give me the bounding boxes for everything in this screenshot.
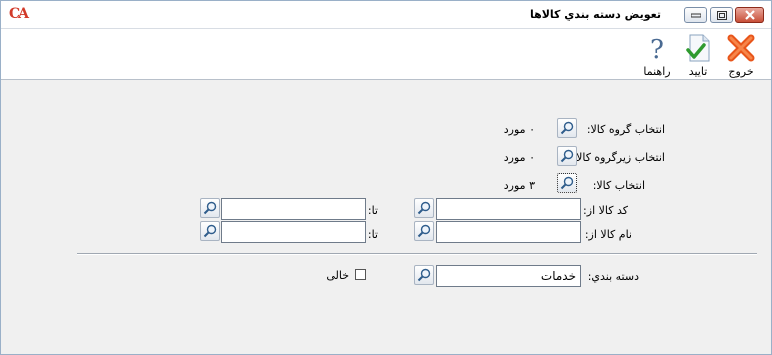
item-count: ۳ مورد xyxy=(503,179,535,192)
code-from-field[interactable] xyxy=(436,198,581,220)
exit-button[interactable]: خروج xyxy=(723,33,759,79)
group-search-button[interactable] xyxy=(557,118,577,138)
name-to-field[interactable] xyxy=(221,221,366,243)
exit-label: خروج xyxy=(728,65,754,78)
name-from-search-button[interactable] xyxy=(414,221,434,241)
group-select-label: انتخاب گروه کالا: xyxy=(586,123,665,136)
name-to-search-button[interactable] xyxy=(200,221,220,241)
empty-checkbox[interactable] xyxy=(355,269,366,280)
subgroup-count: ۰ مورد xyxy=(503,151,535,164)
name-to-label: تا: xyxy=(367,228,378,241)
confirm-button[interactable]: تاييد xyxy=(680,33,716,79)
magnifier-icon xyxy=(417,268,431,282)
section-divider xyxy=(77,253,757,255)
code-from-label: کد کالا از: xyxy=(583,204,628,217)
confirm-label: تاييد xyxy=(688,65,708,78)
app-logo: CA xyxy=(9,6,29,22)
magnifier-icon xyxy=(417,201,431,215)
name-from-label: نام کالا از: xyxy=(584,228,632,241)
close-icon xyxy=(744,10,755,20)
magnifier-icon xyxy=(560,176,574,190)
code-to-field[interactable] xyxy=(221,198,366,220)
window-title: تعويض دسته بندي کالاها xyxy=(529,8,661,21)
help-question-icon: ? xyxy=(650,35,664,63)
code-to-search-button[interactable] xyxy=(200,198,220,218)
exit-x-icon xyxy=(727,34,755,62)
maximize-icon xyxy=(716,10,727,20)
magnifier-icon xyxy=(203,201,217,215)
confirm-document-icon xyxy=(686,34,710,62)
minimize-button[interactable] xyxy=(684,7,707,23)
magnifier-icon xyxy=(560,149,574,163)
subgroup-search-button[interactable] xyxy=(557,146,577,166)
category-label: دسته بندي: xyxy=(587,270,639,283)
subgroup-select-label: انتخاب زيرگروه کالا: xyxy=(572,151,665,164)
item-select-label: انتخاب کالا: xyxy=(592,179,645,192)
group-count: ۰ مورد xyxy=(503,123,535,136)
category-field[interactable] xyxy=(436,265,581,287)
minimize-icon xyxy=(690,13,701,18)
close-button[interactable] xyxy=(735,7,764,23)
magnifier-icon xyxy=(203,224,217,238)
main-window: CA تعويض دسته بندي کالاها خروج تاييد ? ر… xyxy=(0,0,772,355)
magnifier-icon xyxy=(417,224,431,238)
code-to-label: تا: xyxy=(367,204,378,217)
maximize-button[interactable] xyxy=(710,7,733,23)
empty-checkbox-label: خالی xyxy=(326,269,349,282)
help-button[interactable]: ? راهنما xyxy=(639,33,675,79)
svg-text:?: ? xyxy=(650,35,664,63)
magnifier-icon xyxy=(560,121,574,135)
help-label: راهنما xyxy=(643,65,671,78)
item-search-button[interactable] xyxy=(557,173,577,193)
title-bar: CA تعويض دسته بندي کالاها xyxy=(1,1,771,29)
code-from-search-button[interactable] xyxy=(414,198,434,218)
name-from-field[interactable] xyxy=(436,221,581,243)
toolbar: خروج تاييد ? راهنما xyxy=(1,29,771,80)
category-search-button[interactable] xyxy=(414,265,434,285)
